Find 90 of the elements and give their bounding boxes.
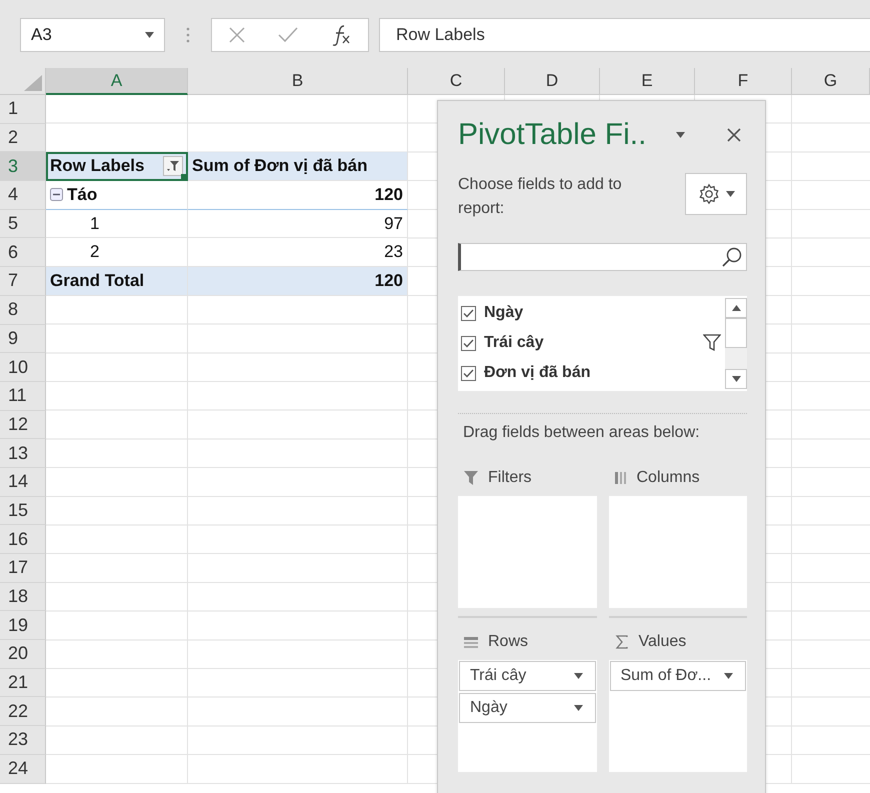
grip-icon	[185, 25, 191, 45]
caret-icon	[724, 673, 733, 679]
filter-icon	[167, 160, 179, 172]
columns-icon	[614, 472, 626, 484]
label-cell[interactable]: Row Labels	[46, 152, 188, 182]
row-header[interactable]: 19	[0, 611, 46, 640]
area-label: Values	[638, 633, 686, 651]
rows-icon	[464, 636, 478, 648]
field-name: Trái cây	[484, 334, 544, 352]
search-field[interactable]	[458, 243, 747, 271]
close-button[interactable]	[727, 128, 741, 142]
areas-hint: Drag fields between areas below:	[462, 424, 701, 442]
row-header[interactable]: 21	[0, 668, 46, 698]
column-header[interactable]: D	[505, 68, 600, 95]
value-cell[interactable]: 120	[188, 267, 408, 296]
drop-area[interactable]: Trái cây Ngày	[458, 660, 596, 772]
instruction-text: Choose fields to add to report:	[458, 175, 623, 219]
row-label: Grand Total	[50, 270, 144, 291]
filter-icon	[464, 471, 478, 485]
row-header[interactable]: 11	[0, 382, 46, 411]
caret-icon	[732, 376, 740, 382]
caret-icon	[676, 132, 686, 138]
caret-icon	[726, 191, 734, 197]
area-label: Columns	[636, 469, 700, 487]
row-header[interactable]: 6	[0, 238, 46, 268]
triangle-icon	[24, 75, 42, 91]
row-header[interactable]: 18	[0, 582, 46, 612]
column-header[interactable]: A	[46, 68, 188, 95]
sigma-icon	[614, 635, 628, 649]
field-checkbox[interactable]	[461, 366, 476, 380]
scroll-down-button[interactable]	[725, 369, 747, 389]
column-header[interactable]: C	[408, 68, 505, 95]
label-cell[interactable]: Grand Total	[46, 267, 188, 296]
column-header[interactable]: B	[188, 68, 408, 95]
search-icon[interactable]	[722, 247, 742, 267]
row-label: Row Labels	[50, 156, 144, 176]
field-checkbox[interactable]	[461, 306, 476, 320]
settings-button[interactable]	[685, 173, 747, 215]
function-icon[interactable]	[330, 24, 352, 46]
scroll-up-button[interactable]	[725, 298, 747, 318]
scroll-thumb[interactable]	[725, 318, 747, 348]
row-header[interactable]: 3	[0, 152, 46, 182]
row-label: 2	[90, 242, 100, 262]
area-label: Rows	[488, 633, 528, 651]
check-icon[interactable]	[278, 27, 298, 43]
row-header[interactable]: 7	[0, 267, 46, 296]
row-header[interactable]: 22	[0, 697, 46, 726]
area-label: Filters	[488, 469, 532, 487]
row-header[interactable]: 16	[0, 525, 46, 554]
area-field-button[interactable]: Ngày	[459, 693, 596, 723]
close-icon	[727, 128, 741, 142]
column-header[interactable]: F	[695, 68, 792, 95]
filter-button[interactable]	[163, 156, 183, 176]
field-checkbox[interactable]	[461, 336, 476, 350]
panel-title: PivotTable Fi..	[458, 118, 646, 152]
row-header[interactable]: 8	[0, 296, 46, 324]
minus-box-icon[interactable]	[50, 188, 63, 202]
column-label-cell[interactable]: Sum of Đơn vị đã bán	[188, 152, 408, 182]
name-box[interactable]: A3	[20, 18, 165, 52]
row-header[interactable]: 12	[0, 410, 46, 440]
caret-icon	[145, 32, 154, 38]
area-field-button[interactable]: Trái cây	[459, 661, 596, 691]
area-field-button[interactable]: Sum of Đơ...	[610, 661, 746, 691]
row-label: Táo	[67, 184, 98, 205]
formula-field[interactable]: Row Labels	[379, 18, 870, 52]
gear-icon	[698, 183, 720, 205]
column-header[interactable]: E	[600, 68, 695, 95]
row-header[interactable]: 24	[0, 754, 46, 784]
row-header[interactable]: 10	[0, 353, 46, 382]
row-header[interactable]: 5	[0, 210, 46, 238]
row-header[interactable]: 23	[0, 726, 46, 755]
caret-icon	[574, 673, 582, 679]
row-header[interactable]: 4	[0, 181, 46, 210]
caret-icon	[574, 705, 582, 711]
row-header[interactable]: 13	[0, 439, 46, 468]
row-header[interactable]: 14	[0, 468, 46, 497]
row-header[interactable]: 15	[0, 496, 46, 526]
column-header[interactable]: G	[792, 68, 870, 95]
up-arrow-icon	[732, 305, 740, 311]
drop-area[interactable]: Sum of Đơ...	[608, 660, 747, 772]
field-name: Ngày	[484, 304, 524, 322]
row-label: 1	[90, 214, 100, 234]
row-header[interactable]: 2	[0, 124, 46, 152]
field-name: Đơn vị đã bán	[484, 364, 590, 382]
panel-menu-button[interactable]	[676, 132, 686, 138]
row-header[interactable]: 20	[0, 640, 46, 669]
row-header[interactable]: 17	[0, 554, 46, 583]
fill-handle[interactable]	[181, 174, 187, 180]
row-header[interactable]: 9	[0, 324, 46, 354]
row-header[interactable]: 1	[0, 95, 46, 124]
